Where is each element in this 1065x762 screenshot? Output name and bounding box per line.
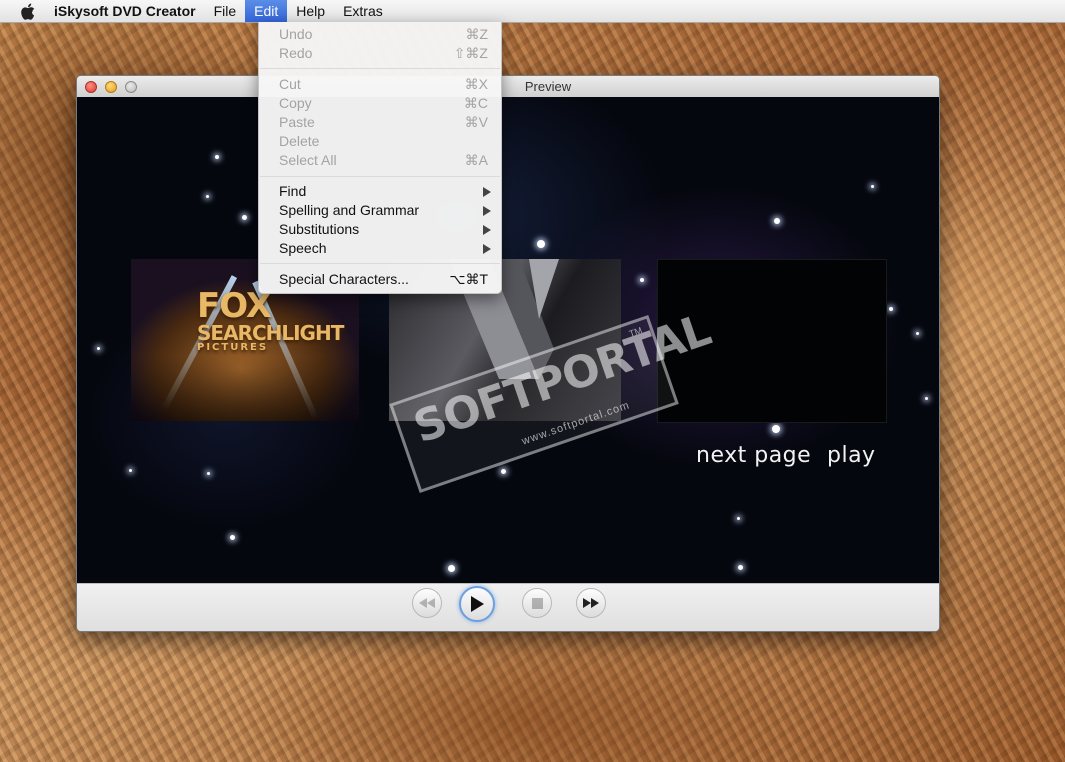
stop-icon bbox=[531, 597, 543, 609]
next-page-link[interactable]: next page bbox=[696, 443, 811, 468]
playback-controls bbox=[77, 583, 939, 631]
menu-separator bbox=[260, 68, 500, 69]
menu-item-label: Copy bbox=[279, 95, 312, 111]
menu-item-label: Delete bbox=[279, 133, 320, 149]
menu-item-shortcut: ⌘X bbox=[464, 76, 488, 92]
star bbox=[738, 565, 743, 570]
menu-item-label: Cut bbox=[279, 76, 301, 92]
star bbox=[501, 469, 506, 474]
menu-item-select-all[interactable]: Select All ⌘A bbox=[259, 151, 501, 170]
star bbox=[871, 185, 874, 188]
star bbox=[537, 240, 545, 248]
star bbox=[230, 535, 235, 540]
window-title: Preview bbox=[524, 79, 572, 94]
menu-item-label: Paste bbox=[279, 114, 315, 130]
menu-item-special-characters[interactable]: Special Characters... ⌥⌘T bbox=[259, 270, 501, 289]
menu-item-label: Special Characters... bbox=[279, 271, 409, 287]
menu-separator bbox=[260, 176, 500, 177]
star bbox=[772, 425, 780, 433]
star bbox=[206, 195, 209, 198]
apple-icon[interactable] bbox=[20, 2, 36, 20]
menu-item-undo[interactable]: Undo ⌘Z bbox=[259, 25, 501, 44]
star bbox=[640, 278, 644, 282]
menu-item-label: Redo bbox=[279, 45, 313, 61]
fast-forward-icon bbox=[583, 598, 599, 608]
star bbox=[774, 218, 780, 224]
star bbox=[925, 397, 928, 400]
menu-item-shortcut: ⇧⌘Z bbox=[453, 45, 488, 61]
menu-bar: iSkysoft DVD Creator File Edit Help Extr… bbox=[0, 0, 1065, 23]
menu-item-shortcut: ⌘C bbox=[463, 95, 488, 111]
title-bar[interactable]: Preview bbox=[77, 76, 939, 98]
edit-menu-dropdown: Undo ⌘Z Redo ⇧⌘Z Cut ⌘X Copy ⌘C Paste ⌘V… bbox=[258, 22, 502, 294]
stop-button[interactable] bbox=[522, 588, 552, 618]
menu-item-speech[interactable]: Speech bbox=[259, 239, 501, 258]
menu-edit[interactable]: Edit bbox=[245, 0, 288, 22]
preview-window: Preview FOX SEARCHLIGHT PICTURES SOFTPOR… bbox=[76, 75, 940, 632]
menu-item-shortcut: ⌘Z bbox=[465, 26, 488, 42]
submenu-arrow-icon bbox=[483, 206, 491, 216]
menu-item-copy[interactable]: Copy ⌘C bbox=[259, 94, 501, 113]
menu-item-label: Undo bbox=[279, 26, 313, 42]
app-menu[interactable]: iSkysoft DVD Creator bbox=[54, 0, 205, 22]
menu-separator bbox=[260, 263, 500, 264]
fox-searchlight-logo: FOX SEARCHLIGHT PICTURES bbox=[197, 286, 344, 353]
star bbox=[737, 517, 740, 520]
submenu-arrow-icon bbox=[483, 225, 491, 235]
menu-item-label: Substitutions bbox=[279, 221, 360, 237]
fast-forward-button[interactable] bbox=[576, 588, 606, 618]
menu-item-spelling-and-grammar[interactable]: Spelling and Grammar bbox=[259, 201, 501, 220]
menu-item-label: Find bbox=[279, 183, 307, 199]
menu-item-cut[interactable]: Cut ⌘X bbox=[259, 75, 501, 94]
star bbox=[97, 347, 100, 350]
menu-item-shortcut: ⌥⌘T bbox=[449, 271, 488, 287]
star bbox=[242, 215, 247, 220]
menu-item-substitutions[interactable]: Substitutions bbox=[259, 220, 501, 239]
menu-help[interactable]: Help bbox=[287, 0, 334, 22]
play-button[interactable] bbox=[459, 586, 495, 622]
menu-item-label: Select All bbox=[279, 152, 337, 168]
submenu-arrow-icon bbox=[483, 187, 491, 197]
play-link[interactable]: play bbox=[827, 443, 876, 468]
star bbox=[215, 155, 219, 159]
menu-item-find[interactable]: Find bbox=[259, 182, 501, 201]
menu-item-redo[interactable]: Redo ⇧⌘Z bbox=[259, 44, 501, 63]
menu-item-shortcut: ⌘A bbox=[464, 152, 488, 168]
submenu-arrow-icon bbox=[483, 244, 491, 254]
menu-item-paste[interactable]: Paste ⌘V bbox=[259, 113, 501, 132]
menu-extras[interactable]: Extras bbox=[334, 0, 392, 22]
rewind-icon bbox=[419, 598, 435, 608]
star bbox=[448, 565, 455, 572]
menu-item-label: Spelling and Grammar bbox=[279, 202, 420, 218]
menu-item-shortcut: ⌘V bbox=[464, 114, 488, 130]
star bbox=[916, 332, 919, 335]
star bbox=[207, 472, 210, 475]
rewind-button[interactable] bbox=[412, 588, 442, 618]
dvd-menu-preview: FOX SEARCHLIGHT PICTURES SOFTPORTAL TM w… bbox=[77, 97, 939, 583]
star bbox=[129, 469, 132, 472]
menu-item-delete[interactable]: Delete bbox=[259, 132, 501, 151]
menu-item-label: Speech bbox=[279, 240, 327, 256]
play-icon bbox=[471, 596, 484, 612]
star bbox=[889, 307, 893, 311]
menu-file[interactable]: File bbox=[205, 0, 246, 22]
